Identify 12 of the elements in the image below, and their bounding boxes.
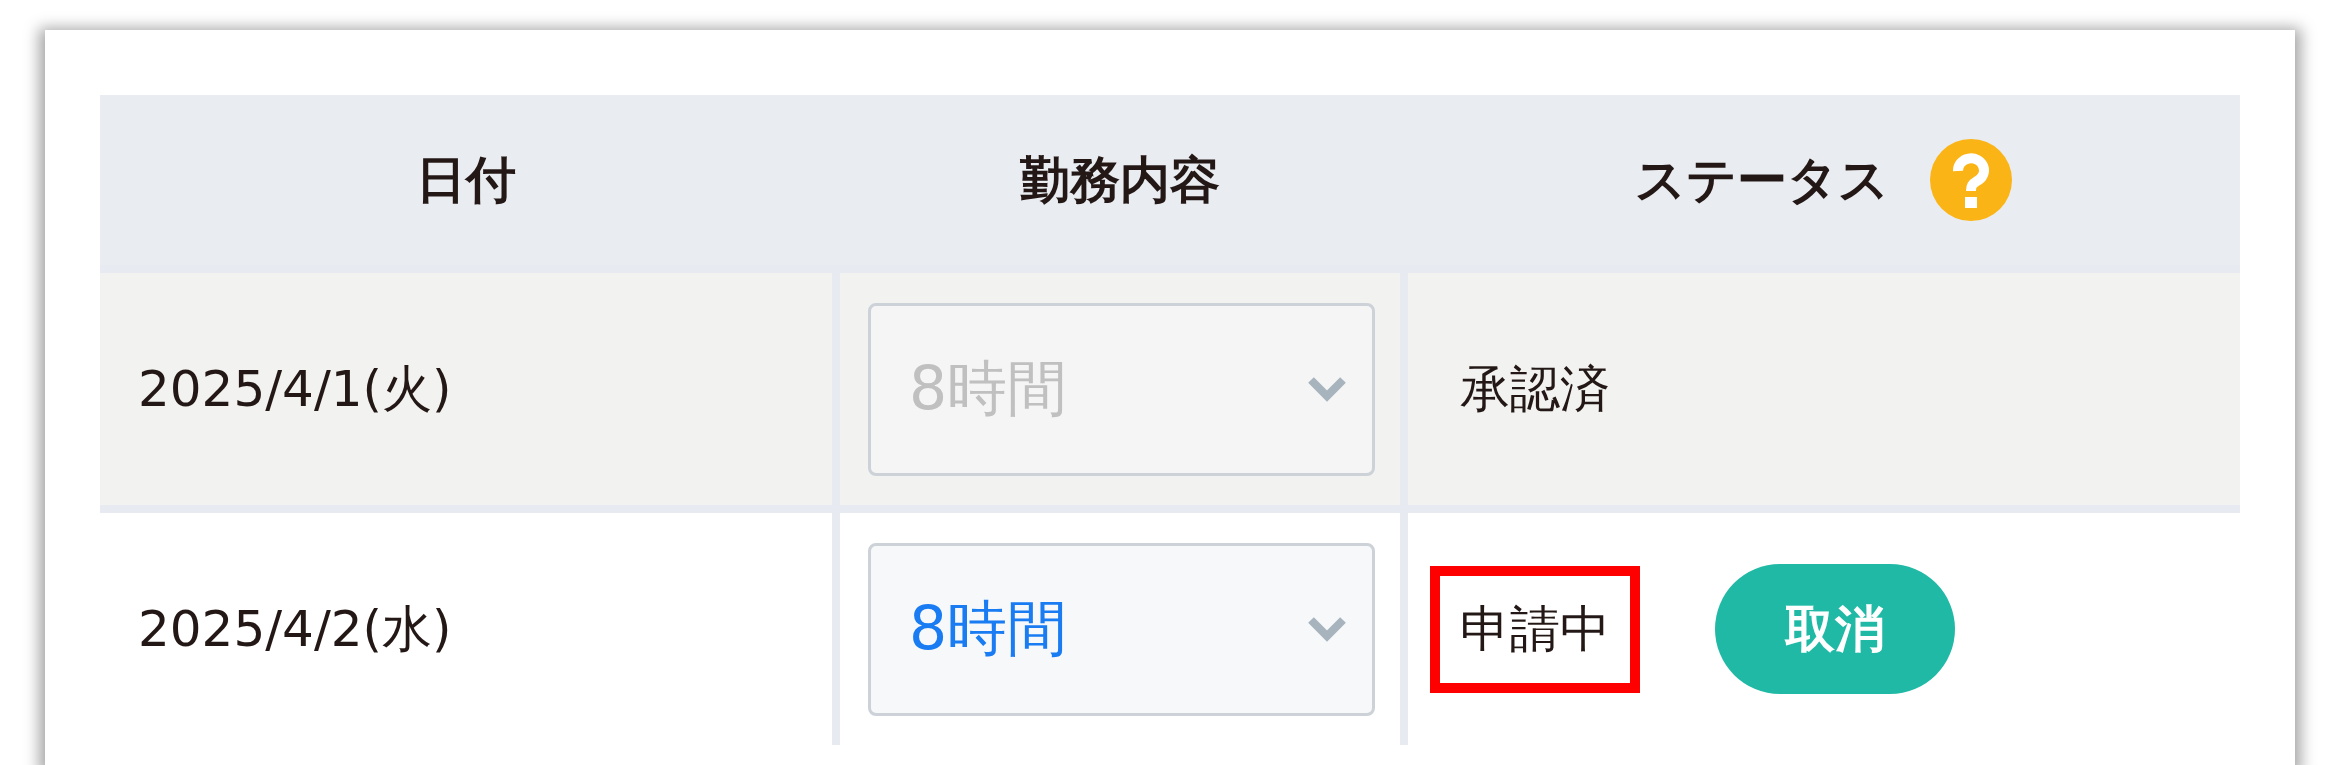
date-text: 2025/4/2(水) — [138, 598, 452, 660]
chevron-down-icon — [1307, 376, 1347, 402]
help-icon[interactable] — [1929, 138, 2013, 222]
cancel-button[interactable]: 取消 — [1715, 564, 1955, 694]
status-text: 承認済 — [1459, 358, 1611, 420]
column-header: 日付 — [416, 149, 516, 211]
date-text: 2025/4/1(火) — [138, 358, 452, 420]
chevron-down-icon — [1307, 616, 1347, 642]
status-text: 申請中 — [1430, 565, 1640, 693]
column-header: 勤務内容 — [1020, 149, 1220, 211]
column-header: ステータス — [1635, 149, 1889, 211]
work-hours-select[interactable]: 8時間 — [868, 542, 1375, 716]
